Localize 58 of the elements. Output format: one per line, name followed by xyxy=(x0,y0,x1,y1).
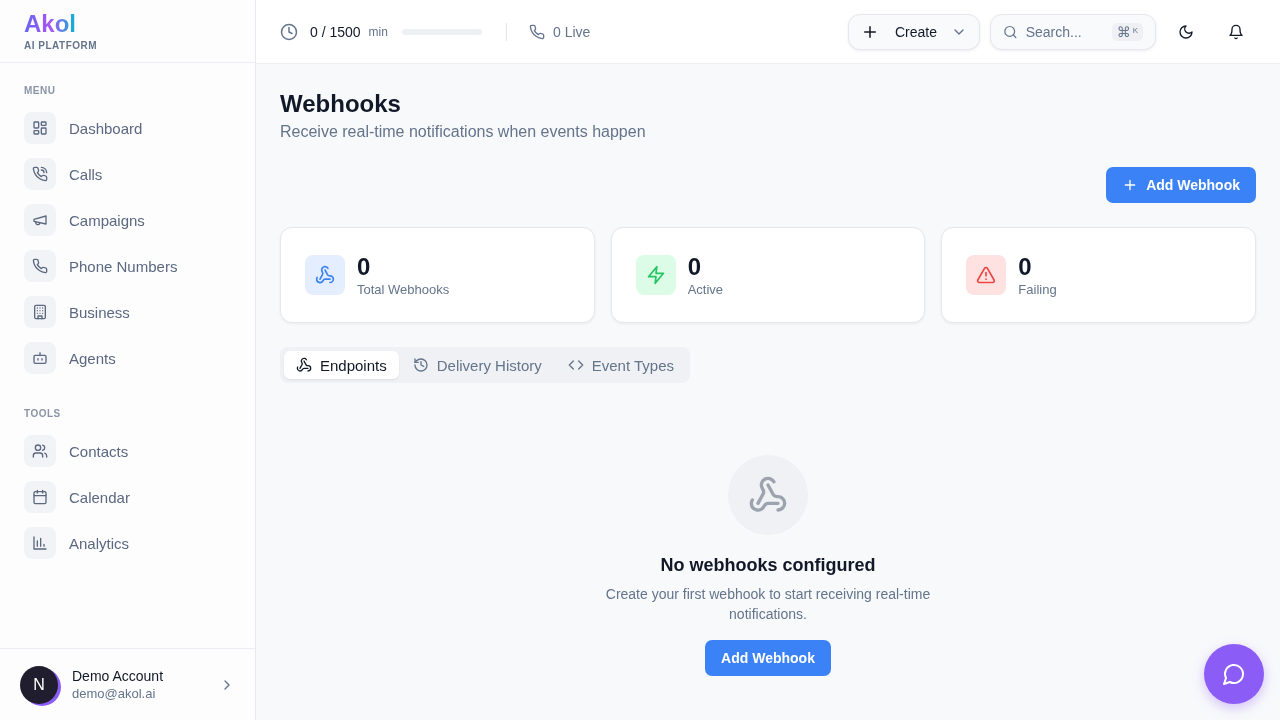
building-icon xyxy=(24,296,56,328)
usage-count: 0 / 1500 xyxy=(310,23,361,40)
lightning-icon xyxy=(635,255,676,295)
megaphone-icon xyxy=(24,204,56,236)
account-menu[interactable]: N Demo Account demo@akol.ai xyxy=(0,648,255,720)
live-calls-count: 0 Live xyxy=(552,23,591,40)
empty-state-text: Create your first webhook to start receiving real-time notifications. xyxy=(604,585,932,624)
tab[interactable]: Delivery History xyxy=(400,351,554,379)
add-webhook-button[interactable]: Add Webhook xyxy=(1106,167,1256,203)
webhook-icon xyxy=(296,357,312,373)
stat-value: 0 xyxy=(357,253,372,280)
sidebar-item[interactable]: Dashboard xyxy=(24,112,143,144)
sidebar-item[interactable]: Business xyxy=(24,296,130,328)
grid-icon xyxy=(24,112,56,144)
users-icon xyxy=(24,435,56,467)
code-icon xyxy=(567,357,584,373)
section-heading: MENU xyxy=(24,85,57,96)
chart-icon xyxy=(24,527,56,559)
sidebar-item[interactable]: Calendar xyxy=(24,481,130,513)
search-icon xyxy=(1003,23,1018,40)
sidebar-item[interactable]: Agents xyxy=(24,342,116,374)
account-name: Demo Account xyxy=(72,668,165,684)
section-heading: TOOLS xyxy=(24,408,62,419)
tab[interactable]: Event Types xyxy=(555,351,686,379)
stat-label: Failing xyxy=(1018,281,1057,297)
account-email: demo@akol.ai xyxy=(72,686,157,701)
history-icon xyxy=(412,357,429,373)
phone-icon xyxy=(528,23,545,40)
moon-icon xyxy=(1178,23,1194,40)
create-button[interactable]: Create xyxy=(847,13,980,50)
page-subtitle: Receive real-time notifications when events happen xyxy=(280,123,647,141)
chat-bubble-icon xyxy=(1222,662,1246,686)
page-title: Webhooks xyxy=(280,90,402,118)
sidebar-item[interactable]: Phone Numbers xyxy=(24,250,178,282)
webhook-icon xyxy=(305,255,345,295)
empty-state-title: No webhooks configured xyxy=(660,555,876,576)
warning-icon xyxy=(966,255,1007,295)
avatar: N xyxy=(20,665,58,704)
sidebar-item[interactable]: Contacts xyxy=(24,435,129,467)
stat-label: Total Webhooks xyxy=(357,281,450,297)
sidebar-item[interactable]: Calls xyxy=(24,158,103,190)
calendar-icon xyxy=(24,481,56,513)
phone-icon xyxy=(24,250,56,282)
sidebar-item[interactable]: Analytics xyxy=(24,527,130,559)
sidebar-item[interactable]: Campaigns xyxy=(24,204,145,236)
add-webhook-button[interactable]: Add Webhook xyxy=(705,640,831,676)
tab[interactable]: Endpoints xyxy=(284,351,399,379)
clock-icon xyxy=(280,22,298,41)
robot-icon xyxy=(24,342,56,374)
stat-value: 0 xyxy=(1018,253,1033,280)
stat-value: 0 xyxy=(687,253,702,280)
chat-button[interactable] xyxy=(1204,644,1264,704)
search-field[interactable]: Search... xyxy=(1025,23,1104,40)
stat-label: Active xyxy=(687,281,724,297)
usage-unit: min xyxy=(368,24,388,39)
brand-tagline: AI PLATFORM xyxy=(24,40,99,51)
phone-call-icon xyxy=(24,158,56,190)
bell-icon xyxy=(1228,23,1244,40)
